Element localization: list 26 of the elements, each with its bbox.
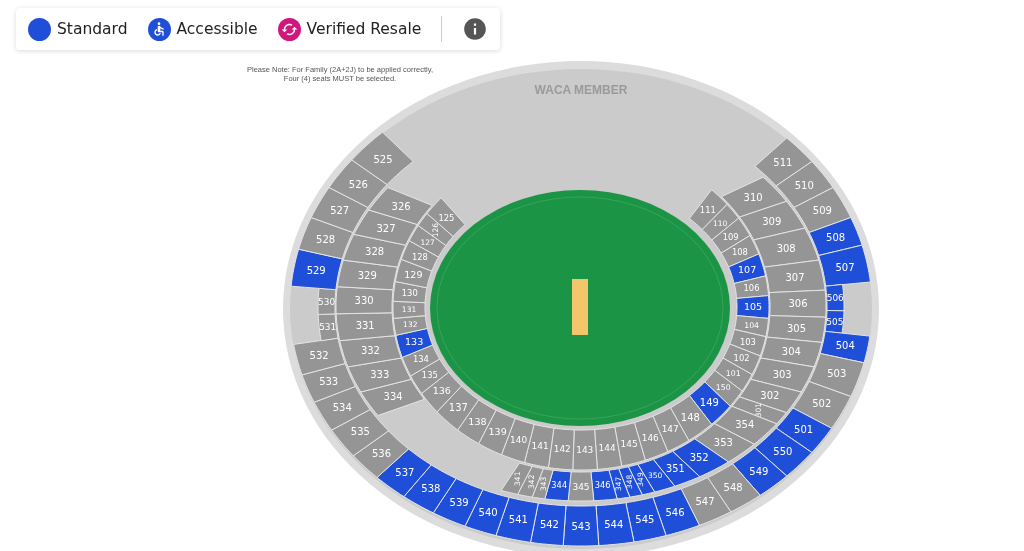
seat-section[interactable]: 305 xyxy=(766,315,827,343)
seat-section[interactable]: 310 xyxy=(721,176,787,218)
seat-section[interactable]: 532 xyxy=(293,337,346,376)
seat-section[interactable]: 326 xyxy=(368,187,433,225)
seat-section[interactable]: 329 xyxy=(336,259,399,291)
seat-section[interactable]: 542 xyxy=(530,502,567,547)
seat-section[interactable]: 527 xyxy=(310,187,369,233)
legend-label: Accessible xyxy=(176,20,258,38)
legend-label: Verified Resale xyxy=(306,20,422,38)
info-icon[interactable] xyxy=(462,16,489,42)
legend-label: Standard xyxy=(57,20,128,38)
seat-section[interactable]: 309 xyxy=(739,200,806,241)
seat-section[interactable]: 503 xyxy=(808,353,865,397)
seat-section[interactable]: 307 xyxy=(763,259,826,294)
seat-section[interactable]: 334 xyxy=(360,378,425,416)
seat-section[interactable]: 533 xyxy=(301,363,356,403)
seat-section[interactable]: 544 xyxy=(595,502,635,547)
pitch xyxy=(572,279,588,335)
seat-section[interactable]: 333 xyxy=(347,357,412,393)
seat-section[interactable]: 327 xyxy=(353,209,418,246)
seat-section[interactable]: 507 xyxy=(818,244,871,287)
seat-section[interactable]: 332 xyxy=(339,335,402,368)
seat-section[interactable]: 528 xyxy=(298,217,354,260)
seat-section[interactable]: 545 xyxy=(625,496,667,543)
seat-section[interactable]: 530 xyxy=(317,287,337,315)
seat-section[interactable]: 529 xyxy=(290,248,343,291)
